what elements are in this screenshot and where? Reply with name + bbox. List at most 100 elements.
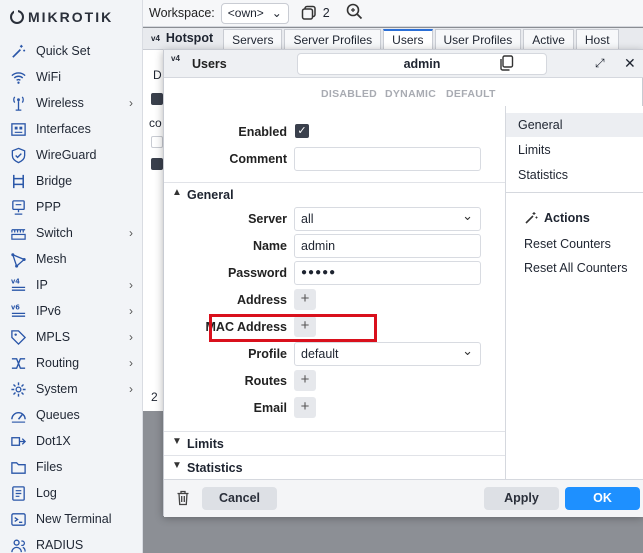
actions-title: Actions [544,211,590,225]
sidebar-item-wifi[interactable]: WiFi [0,64,143,90]
add-address-button[interactable]: + [294,289,316,310]
workspace-label: Workspace: [149,6,215,20]
add-route-button[interactable]: + [294,370,316,391]
hotspot-title-text: Hotspot [165,31,214,45]
wand-icon [9,42,27,60]
enabled-row: Enabled ✓ [164,120,505,144]
apply-button[interactable]: Apply [484,487,559,510]
statistics-section-header[interactable]: ▼ Statistics [164,455,505,479]
password-row: Password ●●●●● [164,261,505,285]
sidebar-item-queues[interactable]: Queues [0,402,143,428]
open-windows-button[interactable]: 2 [301,5,330,21]
cancel-button[interactable]: Cancel [202,487,277,510]
server-select[interactable]: all [294,205,481,231]
enabled-checkbox[interactable]: ✓ [295,124,309,138]
bridge-icon [9,172,27,190]
sidebar-item-label: Log [36,486,57,500]
sidebar-item-ip[interactable]: v4 IP › [0,272,143,298]
sidebar-item-label: Interfaces [36,122,91,136]
statistics-section-title: Statistics [187,461,243,475]
comment-row: Comment [164,147,505,171]
sidebar-item-label: WiFi [36,70,61,84]
profile-label: Profile [248,347,287,361]
user-form: Enabled ✓ Comment ▲ General Server all N… [164,106,505,479]
copy-icon[interactable] [499,55,514,74]
sidebar-item-dot1x[interactable]: Dot1X [0,428,143,454]
tab-servers[interactable]: Servers [223,29,283,49]
ppp-icon [9,198,27,216]
side-nav-statistics[interactable]: Statistics [506,163,643,187]
tab-server-profiles[interactable]: Server Profiles [284,29,382,49]
profile-select[interactable]: default [294,340,481,366]
limits-section-header[interactable]: ▼ Limits [164,431,505,455]
sidebar-item-label: Files [36,460,63,474]
password-field[interactable]: ●●●●● [294,261,481,285]
sidebar-item-label: IPv6 [36,304,62,318]
divider [506,192,643,193]
chevron-right-icon: › [129,356,133,370]
tab-users[interactable]: Users [383,29,433,49]
limits-section-title: Limits [187,437,224,451]
sidebar-item-interfaces[interactable]: Interfaces [0,116,143,142]
sidebar-item-label: RADIUS [36,538,84,552]
tab-user-profiles[interactable]: User Profiles [434,29,522,49]
sidebar-item-ppp[interactable]: PPP [0,194,143,220]
close-icon[interactable]: ✕ [624,55,636,72]
comment-field[interactable] [294,147,481,171]
gear-icon [9,380,27,398]
shield-icon [9,146,27,164]
sidebar-item-ipv6[interactable]: v6 IPv6 › [0,298,143,324]
log-icon [9,484,27,502]
select-all-checkbox[interactable] [151,93,163,105]
trash-icon[interactable] [176,490,190,509]
mikrotik-logo[interactable]: MikroTik [10,8,113,26]
sidebar-item-switch[interactable]: Switch › [0,220,143,246]
sidebar-item-routing[interactable]: Routing › [0,350,143,376]
ok-button[interactable]: OK [565,487,640,510]
sidebar-item-bridge[interactable]: Bridge [0,168,143,194]
reset-counters-link[interactable]: Reset Counters [524,237,611,251]
sidebar-item-new-terminal[interactable]: New Terminal [0,506,143,532]
chevron-right-icon: › [129,382,133,396]
add-email-button[interactable]: + [294,397,316,418]
tab-host[interactable]: Host [575,29,619,49]
sidebar-item-wireguard[interactable]: WireGuard [0,142,143,168]
workspace-select[interactable]: <own> ⌄ [220,2,289,24]
maximize-icon[interactable]: ⤢ [595,56,605,71]
enabled-label: Enabled [238,125,287,139]
sidebar-item-system[interactable]: System › [0,376,143,402]
name-field[interactable]: admin [294,234,481,258]
search-button[interactable] [346,3,363,23]
workspace-value: <own> [227,6,264,20]
windows-icon [301,5,316,20]
server-row: Server all [164,205,505,231]
side-nav-limits[interactable]: Limits [506,138,643,162]
reset-all-counters-link[interactable]: Reset All Counters [524,261,628,275]
tab-active[interactable]: Active [523,29,574,49]
gauge-icon [9,406,27,424]
sidebar-item-label: Bridge [36,174,73,188]
sidebar-item-log[interactable]: Log [0,480,143,506]
chevron-right-icon: › [129,304,133,318]
sidebar-item-wireless[interactable]: Wireless › [0,90,143,116]
column-header: D [153,68,162,82]
row-checkbox[interactable] [151,158,163,170]
logo-text: MikroTik [28,9,114,25]
sidebar-item-radius[interactable]: RADIUS [0,532,143,553]
routes-row: Routes + [164,369,505,393]
routing-icon [9,354,27,372]
dot1x-icon [9,432,27,450]
sidebar-item-mpls[interactable]: MPLS › [0,324,143,350]
sidebar: MikroTik Quick Set WiFi Wireless › Interface… [0,0,143,553]
sidebar-item-label: IP [36,278,48,292]
ipv4-icon: v4 [9,276,27,294]
sidebar-item-label: Mesh [36,252,67,266]
general-section-header[interactable]: ▲ General [164,182,505,206]
mesh-icon [9,250,27,268]
sidebar-item-quick-set[interactable]: Quick Set [0,38,143,64]
side-nav-general[interactable]: General [506,113,643,137]
chevron-right-icon: › [129,278,133,292]
sidebar-item-files[interactable]: Files [0,454,143,480]
row-checkbox[interactable] [151,136,163,148]
sidebar-item-mesh[interactable]: Mesh [0,246,143,272]
